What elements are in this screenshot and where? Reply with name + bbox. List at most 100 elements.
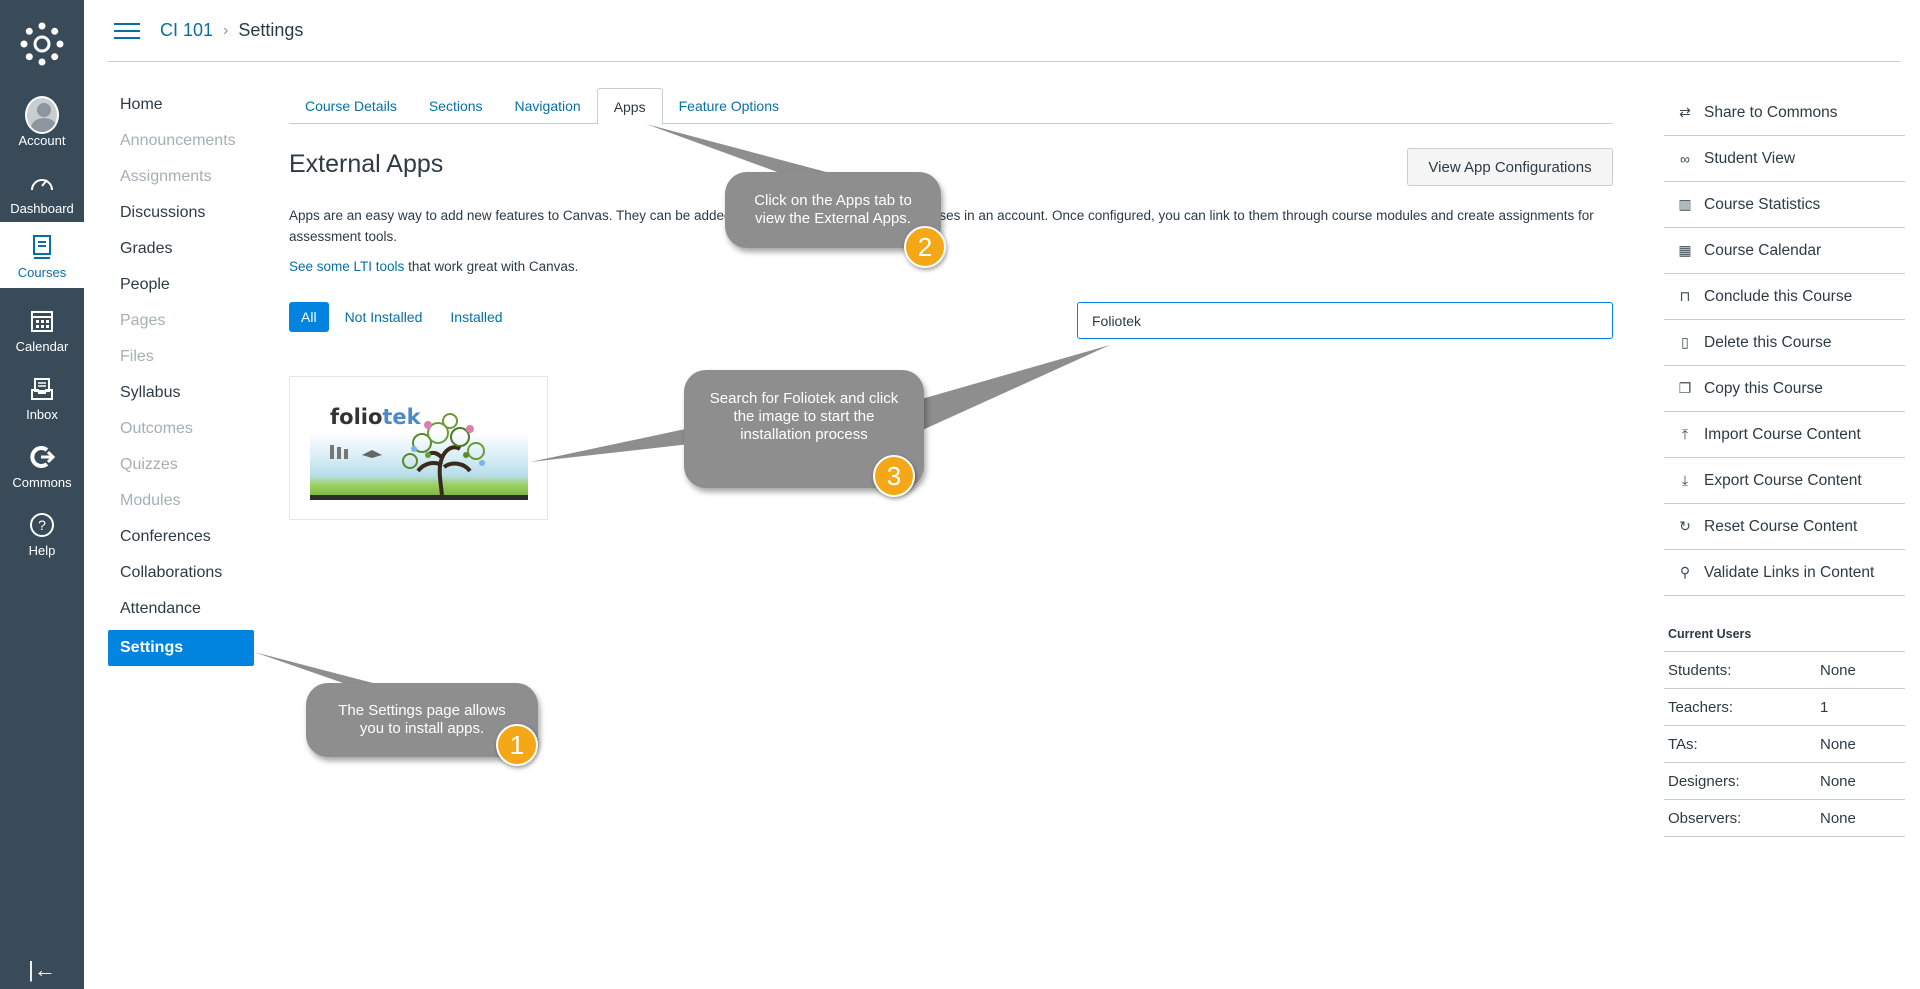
course-nav-discussions[interactable]: Discussions (108, 198, 254, 234)
callout-pointers (254, 124, 1110, 700)
tab-feature-options[interactable]: Feature Options (663, 88, 795, 124)
student-view-button[interactable]: ∞ Student View (1664, 136, 1905, 182)
breadcrumb-separator: › (223, 21, 229, 39)
course-statistics-label: Course Statistics (1704, 195, 1821, 213)
nav-calendar[interactable]: Calendar (0, 298, 84, 360)
role-label: Students: (1668, 661, 1732, 679)
course-nav-assignments[interactable]: Assignments (108, 162, 254, 198)
role-label: Designers: (1668, 772, 1740, 790)
foliotek-app-image[interactable]: foliotek (310, 403, 528, 500)
nav-dashboard[interactable]: Dashboard (0, 160, 84, 222)
tab-apps[interactable]: Apps (596, 88, 663, 125)
nav-help[interactable]: ? Help (0, 502, 84, 564)
app-filters: All Not Installed Installed (289, 302, 519, 332)
nav-courses-label: Courses (17, 265, 67, 280)
foliotek-app-card[interactable]: foliotek (289, 376, 548, 520)
course-nav-settings[interactable]: Settings (108, 630, 254, 666)
delete-course-label: Delete this Course (1704, 333, 1832, 351)
course-nav-people[interactable]: People (108, 270, 254, 306)
tab-sections[interactable]: Sections (413, 88, 499, 124)
course-nav-announcements[interactable]: Announcements (108, 126, 254, 162)
course-calendar-label: Course Calendar (1704, 241, 1822, 259)
import-content-button[interactable]: ⤒ Import Course Content (1664, 412, 1905, 458)
course-statistics-button[interactable]: ▥ Course Statistics (1664, 182, 1905, 228)
apps-description: Apps are an easy way to add new features… (289, 208, 1594, 244)
canvas-logo[interactable] (0, 14, 84, 74)
copy-icon: ❐ (1678, 380, 1692, 396)
tab-course-details[interactable]: Course Details (289, 88, 413, 124)
hamburger-menu-icon[interactable] (114, 22, 140, 40)
step-2-badge: 2 (904, 226, 946, 268)
nav-commons-label: Commons (12, 475, 72, 490)
current-users-row: Designers: None (1664, 763, 1905, 800)
lti-tools-link[interactable]: See some LTI tools (289, 259, 404, 274)
export-content-button[interactable]: ⤓ Export Course Content (1664, 458, 1905, 504)
nav-calendar-label: Calendar (15, 339, 69, 354)
course-nav-syllabus[interactable]: Syllabus (108, 378, 254, 414)
share-to-commons-button[interactable]: ⇄ Share to Commons (1664, 90, 1905, 136)
stats-icon: ▥ (1678, 196, 1692, 212)
course-nav-attendance[interactable]: Attendance (108, 594, 254, 630)
page-title: External Apps (289, 150, 444, 178)
validate-links-button[interactable]: ⚲ Validate Links in Content (1664, 550, 1905, 596)
lock-icon: ⊓ (1679, 288, 1691, 304)
calendar-icon: ▦ (1678, 242, 1692, 258)
collapse-icon: |← (28, 957, 56, 982)
role-label: Observers: (1668, 809, 1742, 827)
export-content-label: Export Course Content (1704, 471, 1862, 489)
validate-links-label: Validate Links in Content (1704, 563, 1875, 581)
conclude-course-label: Conclude this Course (1704, 287, 1853, 305)
breadcrumb: CI 101 › Settings (160, 20, 303, 41)
courses-icon (25, 230, 59, 264)
filter-installed[interactable]: Installed (438, 302, 514, 332)
breadcrumb-course-link[interactable]: CI 101 (160, 20, 213, 41)
course-nav-grades[interactable]: Grades (108, 234, 254, 270)
reset-content-button[interactable]: ↻ Reset Course Content (1664, 504, 1905, 550)
share-to-commons-label: Share to Commons (1704, 103, 1838, 121)
nav-inbox-label: Inbox (26, 407, 58, 422)
current-users-title: Current Users (1664, 622, 1905, 652)
nav-account[interactable]: Account (0, 92, 84, 154)
calendar-icon (25, 304, 59, 338)
commons-icon (25, 440, 59, 474)
student-view-label: Student View (1704, 149, 1796, 167)
nav-inbox[interactable]: Inbox (0, 366, 84, 428)
filter-all[interactable]: All (289, 302, 329, 332)
dashboard-icon (25, 166, 59, 200)
course-calendar-button[interactable]: ▦ Course Calendar (1664, 228, 1905, 274)
breadcrumb-current: Settings (238, 20, 304, 40)
role-count: None (1820, 772, 1856, 790)
help-icon: ? (25, 508, 59, 542)
course-nav-pages[interactable]: Pages (108, 306, 254, 342)
course-nav-modules[interactable]: Modules (108, 486, 254, 522)
role-label: Teachers: (1668, 698, 1734, 716)
lti-tools-suffix: that work great with Canvas. (404, 259, 579, 274)
current-users-row: Observers: None (1664, 800, 1905, 837)
app-search-input[interactable] (1077, 302, 1613, 339)
course-nav-files[interactable]: Files (108, 342, 254, 378)
callout-3-text: Search for Foliotek and click the image … (709, 390, 899, 443)
nav-commons[interactable]: Commons (0, 434, 84, 496)
course-nav-outcomes[interactable]: Outcomes (108, 414, 254, 450)
role-label: TAs: (1668, 735, 1698, 753)
collapse-nav-button[interactable]: |← (0, 955, 84, 985)
course-nav-home[interactable]: Home (108, 90, 254, 126)
role-count: None (1820, 735, 1856, 753)
step-1-badge: 1 (496, 724, 538, 766)
copy-course-button[interactable]: ❐ Copy this Course (1664, 366, 1905, 412)
role-count: None (1820, 809, 1856, 827)
course-nav-conferences[interactable]: Conferences (108, 522, 254, 558)
avatar-icon (25, 96, 59, 134)
filter-not-installed[interactable]: Not Installed (333, 302, 435, 332)
share-icon: ⇄ (1679, 104, 1691, 120)
course-nav-collaborations[interactable]: Collaborations (108, 558, 254, 594)
view-app-configurations-button[interactable]: View App Configurations (1407, 148, 1613, 186)
course-nav-quizzes[interactable]: Quizzes (108, 450, 254, 486)
nav-courses[interactable]: Courses (0, 222, 84, 288)
tab-navigation[interactable]: Navigation (499, 88, 597, 124)
conclude-course-button[interactable]: ⊓ Conclude this Course (1664, 274, 1905, 320)
current-users-row: Teachers: 1 (1664, 689, 1905, 726)
delete-course-button[interactable]: ▯ Delete this Course (1664, 320, 1905, 366)
glasses-icon: ∞ (1680, 150, 1690, 167)
reset-content-label: Reset Course Content (1704, 517, 1858, 535)
